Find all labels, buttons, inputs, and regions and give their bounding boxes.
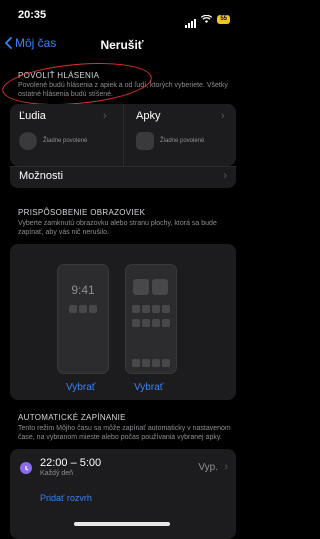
dock-app-placeholder	[132, 359, 140, 367]
people-none-label: Žiadne povolené	[43, 138, 88, 144]
chevron-right-icon: ›	[103, 110, 107, 122]
app-placeholder	[162, 305, 170, 313]
nav-bar: Môj čas Nerušiť	[0, 34, 244, 56]
automatic-header: AUTOMATICKÉ ZAPÍNANIE	[18, 413, 126, 422]
person-placeholder-icon	[19, 132, 37, 150]
options-row[interactable]: Možnosti ›	[10, 166, 236, 188]
home-indicator[interactable]	[74, 522, 170, 526]
status-time: 20:35	[18, 9, 47, 21]
chevron-right-icon: ›	[221, 110, 225, 122]
choose-home-screen-button[interactable]: Vybrať	[134, 382, 164, 393]
people-cell[interactable]: Ľudia › Žiadne povolené	[10, 104, 123, 166]
dock-app-placeholder	[142, 359, 150, 367]
people-title: Ľudia	[19, 110, 46, 122]
screens-description: Vyberte zamknutú obrazovku alebo stranu …	[18, 220, 217, 236]
chevron-right-icon: ›	[223, 170, 227, 182]
schedule-state: Vyp.	[198, 462, 218, 473]
status-bar: 20:35 55	[0, 0, 244, 28]
app-placeholder	[142, 319, 150, 327]
widget-placeholder	[152, 279, 168, 295]
clock-icon	[20, 462, 32, 474]
chevron-right-icon: ›	[224, 461, 228, 473]
app-placeholder	[142, 305, 150, 313]
add-schedule-button[interactable]: Pridať rozvrh	[40, 493, 92, 503]
schedule-row[interactable]: 22:00 – 5:00 Každý deň Vyp. ›	[10, 449, 236, 487]
schedule-days: Každý deň	[40, 470, 74, 477]
lock-screen-time: 9:41	[71, 283, 95, 297]
battery-icon: 55	[217, 14, 230, 24]
app-placeholder	[132, 305, 140, 313]
app-placeholder	[132, 319, 140, 327]
signal-icon	[184, 10, 197, 28]
dock-app-placeholder	[162, 359, 170, 367]
lock-screen-preview[interactable]: 9:41	[57, 264, 109, 374]
options-label: Možnosti	[19, 170, 64, 182]
app-placeholder	[152, 305, 160, 313]
app-placeholder-icon	[136, 132, 154, 150]
screens-card: 9:41 Vybrať Vybrať	[10, 244, 236, 400]
automatic-description: Tento režim Môjho času sa môže zapínať a…	[18, 425, 231, 441]
home-screen-preview[interactable]	[125, 264, 177, 374]
apps-title: Apky	[136, 110, 161, 122]
wifi-icon	[201, 15, 213, 23]
dock-app-placeholder	[152, 359, 160, 367]
page-title: Nerušiť	[100, 38, 144, 52]
schedule-time: 22:00 – 5:00	[40, 457, 102, 469]
status-icons: 55	[184, 10, 230, 28]
app-placeholder	[162, 319, 170, 327]
apps-none-label: Žiadne povolené	[160, 138, 205, 144]
row-divider	[10, 166, 236, 167]
screens-header: PRISPÔSOBENIE OBRAZOVIEK	[18, 208, 146, 217]
apps-cell[interactable]: Apky › Žiadne povolené	[127, 104, 236, 166]
choose-lock-screen-button[interactable]: Vybrať	[66, 382, 96, 393]
widget-placeholder	[79, 305, 87, 313]
allowed-card: Ľudia › Žiadne povolené Apky › Žiadne po…	[10, 104, 236, 166]
widget-placeholder	[69, 305, 77, 313]
widget-placeholder	[133, 279, 149, 295]
column-divider	[123, 104, 124, 166]
app-placeholder	[152, 319, 160, 327]
widget-placeholder	[89, 305, 97, 313]
annotation-ellipse	[0, 57, 154, 111]
